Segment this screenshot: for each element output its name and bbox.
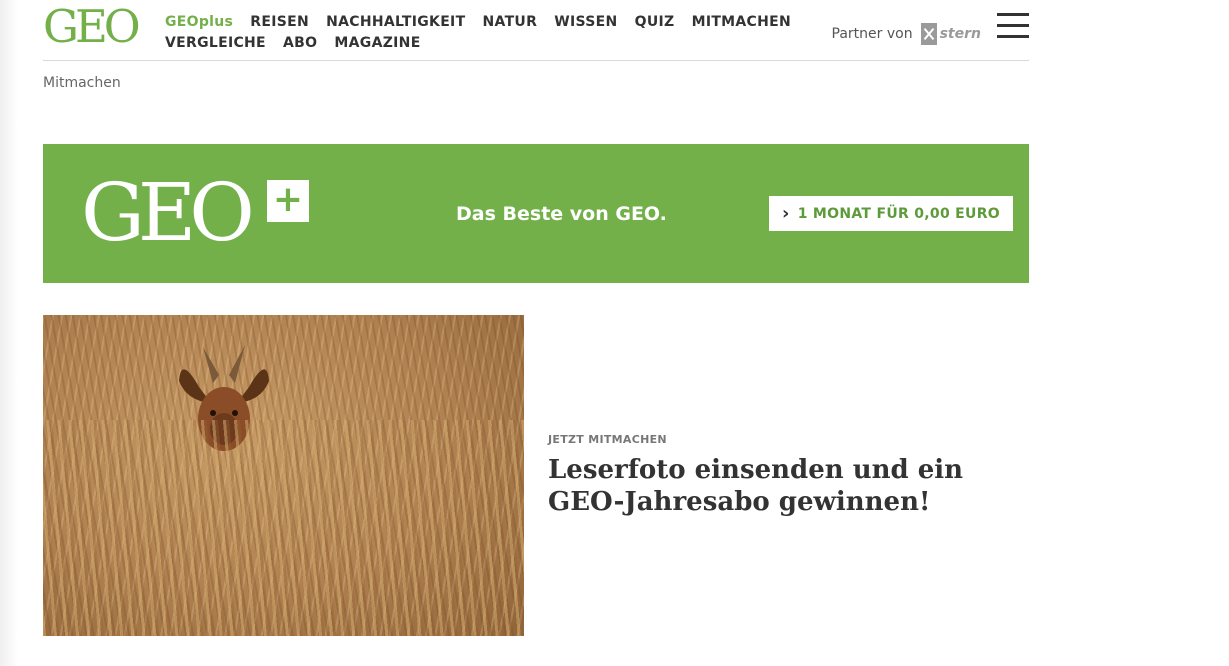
breadcrumb[interactable]: Mitmachen <box>43 75 121 91</box>
chevron-right-icon: › <box>782 203 790 224</box>
geo-logo[interactable]: GEO <box>43 3 141 51</box>
nav-item-nachhaltigkeit[interactable]: NACHHALTIGKEIT <box>326 12 465 32</box>
nav-item-magazine[interactable]: MAGAZINE <box>334 33 420 53</box>
teaser-headline[interactable]: Leserfoto einsenden und ein GEO-Jahresab… <box>548 454 998 518</box>
nav-item-geoplus[interactable]: GEOplus <box>165 12 233 32</box>
menu-icon-bar <box>997 24 1029 27</box>
nav-item-quiz[interactable]: QUIZ <box>635 12 675 32</box>
stern-wordmark: stern <box>939 26 981 42</box>
nav-item-vergleiche[interactable]: VERGLEICHE <box>165 33 266 53</box>
main-nav: GEOplus REISEN NACHHALTIGKEIT NATUR WISS… <box>165 11 805 53</box>
partner-box: Partner von stern <box>832 20 981 48</box>
menu-icon-bar <box>997 35 1029 38</box>
stern-logo-link[interactable]: stern <box>920 23 981 45</box>
nav-item-natur[interactable]: NATUR <box>483 12 538 32</box>
geoplus-banner-logo: GEO <box>81 166 255 259</box>
banner-tagline: Das Beste von GEO. <box>456 203 667 225</box>
menu-icon-bar <box>997 13 1029 16</box>
page-container: GEO GEOplus REISEN NACHHALTIGKEIT NATUR … <box>43 0 1029 636</box>
plus-icon: + <box>267 180 309 222</box>
teaser-image-deer-in-wheat-field[interactable] <box>43 315 524 636</box>
nav-item-reisen[interactable]: REISEN <box>250 12 309 32</box>
subscribe-cta-button[interactable]: › 1 MONAT FÜR 0,00 EURO <box>769 196 1013 231</box>
nav-item-wissen[interactable]: WISSEN <box>554 12 617 32</box>
teaser-kicker: JETZT MITMACHEN <box>548 433 667 446</box>
site-header: GEO GEOplus REISEN NACHHALTIGKEIT NATUR … <box>43 0 1029 61</box>
nav-item-abo[interactable]: ABO <box>283 33 317 53</box>
cta-label: 1 MONAT FÜR 0,00 EURO <box>797 205 1000 222</box>
geoplus-banner[interactable]: GEO + Das Beste von GEO. › 1 MONAT FÜR 0… <box>43 144 1029 283</box>
stern-star-icon <box>920 23 937 45</box>
nav-item-mitmachen[interactable]: MITMACHEN <box>692 12 791 32</box>
teaser-text: JETZT MITMACHEN Leserfoto einsenden und … <box>548 433 998 518</box>
page-edge-shadow <box>0 0 18 666</box>
wheat-stalks-overlay <box>43 420 524 636</box>
partner-label: Partner von <box>831 26 913 42</box>
menu-icon[interactable] <box>997 13 1029 39</box>
